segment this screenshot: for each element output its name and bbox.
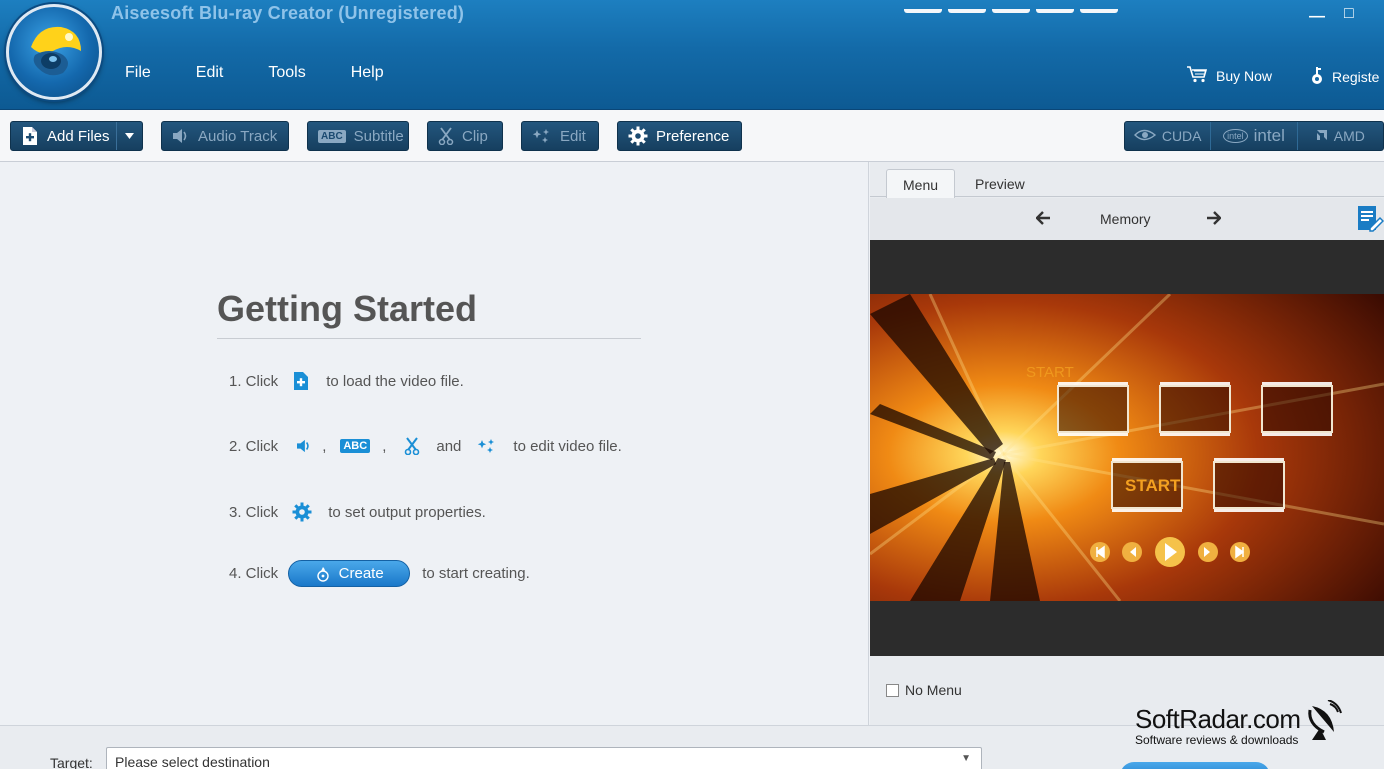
menu-help[interactable]: Help [351, 64, 384, 82]
abc-icon: ABC [318, 129, 346, 143]
template-name: Memory [1100, 211, 1151, 227]
menu-panel: Menu Preview Memory START START No Menu [870, 162, 1384, 725]
step-1: 1. Click to load the video file. [229, 371, 464, 391]
nvidia-eye-icon [1133, 128, 1156, 145]
scissors-icon [438, 127, 454, 145]
amd-toggle[interactable]: AMD [1298, 122, 1383, 150]
register-link[interactable]: Registe [1310, 65, 1379, 88]
watermark-tagline: Software reviews & downloads [1135, 733, 1299, 747]
clip-label: Clip [462, 127, 488, 145]
softradar-watermark: SoftRadar.com Software reviews & downloa… [1135, 699, 1343, 747]
no-menu-label: No Menu [905, 682, 962, 698]
menu-edit[interactable]: Edit [196, 64, 224, 82]
intel-toggle[interactable]: intel intel [1211, 122, 1298, 150]
amd-logo-icon [1316, 128, 1328, 144]
title-bar: Aiseesoft Blu-ray Creator (Unregistered)… [0, 0, 1384, 110]
buy-now-label: Buy Now [1216, 67, 1273, 84]
edit-menu-icon[interactable] [1356, 204, 1384, 239]
subtitle-button[interactable]: ABC Subtitle [307, 121, 409, 151]
create-output-button[interactable] [1120, 762, 1270, 769]
target-label: Target: [50, 755, 93, 769]
window-top-tabs [904, 0, 1124, 13]
menu-bar: File Edit Tools Help [125, 64, 429, 82]
register-label: Registe [1332, 68, 1380, 85]
checkbox-box[interactable] [886, 683, 899, 697]
cart-icon [1186, 65, 1208, 86]
tab-preview[interactable]: Preview [959, 169, 1041, 198]
chevron-down-icon [125, 133, 134, 139]
minimize-button[interactable]: — [1309, 8, 1325, 26]
edit-label: Edit [560, 127, 586, 145]
getting-started-title: Getting Started [217, 288, 478, 329]
add-files-label: Add Files [47, 127, 110, 145]
satellite-dish-icon [1306, 699, 1343, 747]
menu-template-preview: START START [870, 294, 1384, 601]
step-3: 3. Click to set output properties. [229, 502, 486, 522]
arrow-left-icon[interactable] [1035, 211, 1050, 230]
speaker-icon [172, 128, 190, 144]
title-divider [217, 338, 641, 339]
preview-start-label-faded: START [1026, 364, 1074, 381]
preference-label: Preference [656, 127, 730, 145]
preview-start-label: START [1125, 476, 1181, 495]
menu-tools[interactable]: Tools [268, 64, 305, 82]
step-4: 4. Click Create to start creating. [229, 560, 530, 587]
audio-track-button[interactable]: Audio Track [161, 121, 289, 151]
step-2: 2. Click , ABC , and to edit video file. [229, 437, 622, 455]
sparkle-icon [532, 128, 552, 144]
gear-icon [628, 126, 648, 146]
target-value: Please select destination [115, 754, 270, 769]
add-file-icon [21, 126, 39, 146]
tab-menu[interactable]: Menu [886, 169, 956, 198]
buy-now-link[interactable]: Buy Now [1186, 65, 1272, 86]
key-icon [1310, 65, 1324, 88]
gear-icon [292, 502, 312, 522]
audio-track-label: Audio Track [198, 127, 278, 145]
cuda-label: CUDA [1161, 128, 1202, 144]
clip-button[interactable]: Clip [427, 121, 503, 151]
window-title: Aiseesoft Blu-ray Creator (Unregistered) [111, 3, 465, 23]
intel-label: intel [1253, 126, 1285, 145]
subtitle-label: Subtitle [353, 127, 404, 145]
fire-disc-icon [315, 566, 331, 582]
edit-button[interactable]: Edit [521, 121, 599, 151]
template-navigator: Memory [870, 198, 1384, 240]
intel-logo-icon: intel [1223, 129, 1248, 143]
add-files-dropdown[interactable] [116, 122, 142, 150]
hardware-acceleration-group: CUDA intel intel AMD [1124, 121, 1384, 151]
menu-file[interactable]: File [125, 64, 151, 82]
getting-started-panel: Getting Started 1. Click to load the vid… [0, 162, 869, 725]
preference-button[interactable]: Preference [617, 121, 742, 151]
scissors-icon [404, 437, 420, 455]
cuda-toggle[interactable]: CUDA [1125, 122, 1212, 150]
watermark-brand: SoftRadar.com [1135, 704, 1301, 734]
amd-label: AMD [1333, 128, 1365, 144]
chevron-down-icon: ▼ [961, 753, 971, 764]
add-file-icon [292, 371, 310, 391]
arrow-right-icon[interactable] [1207, 211, 1222, 230]
sparkle-icon [477, 438, 497, 454]
target-select[interactable]: Please select destination ▼ [106, 747, 982, 769]
speaker-icon [296, 439, 312, 453]
create-label: Create [338, 565, 384, 582]
create-button[interactable]: Create [288, 560, 411, 587]
abc-icon: ABC [340, 439, 371, 453]
toolbar: Add Files Audio Track ABC Subtitle Clip … [0, 110, 1384, 162]
app-logo [6, 4, 102, 100]
menu-tabs: Menu Preview [870, 162, 1384, 198]
add-files-button[interactable]: Add Files [10, 121, 143, 151]
no-menu-checkbox[interactable]: No Menu [886, 682, 962, 698]
maximize-button[interactable]: □ [1344, 5, 1354, 23]
